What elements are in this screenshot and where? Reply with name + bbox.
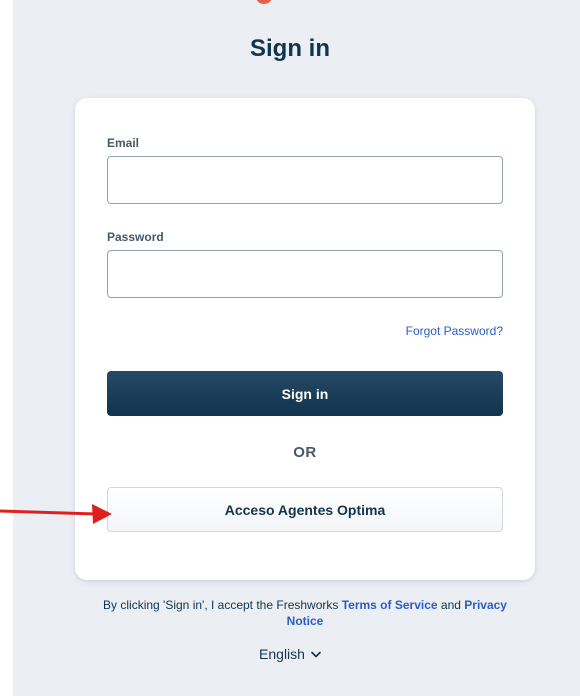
consent-text: By clicking 'Sign in', I accept the Fres… (103, 598, 339, 612)
consent-conjunction: and (440, 598, 461, 612)
login-card: Email Password Forgot Password? Sign in … (75, 98, 535, 580)
email-label: Email (107, 136, 140, 150)
email-field[interactable] (107, 156, 503, 204)
language-selector-container: English (0, 645, 580, 663)
page-title: Sign in (250, 35, 330, 62)
language-selector[interactable]: English (259, 645, 321, 663)
terms-consent: By clicking 'Sign in', I accept the Fres… (95, 597, 515, 629)
sso-login-button[interactable]: Acceso Agentes Optima (107, 487, 503, 532)
chevron-down-icon (311, 651, 321, 657)
page: Sign in Email Password Forgot Password? … (0, 0, 580, 696)
password-label: Password (107, 230, 164, 244)
language-label: English (259, 646, 305, 662)
sign-in-button[interactable]: Sign in (107, 371, 503, 416)
red-arrow-icon (0, 504, 112, 524)
or-divider: OR (293, 444, 317, 461)
forgot-password-link[interactable]: Forgot Password? (406, 324, 503, 338)
terms-of-service-link[interactable]: Terms of Service (342, 598, 438, 612)
password-field[interactable] (107, 250, 503, 298)
brand-logo (256, 0, 272, 4)
